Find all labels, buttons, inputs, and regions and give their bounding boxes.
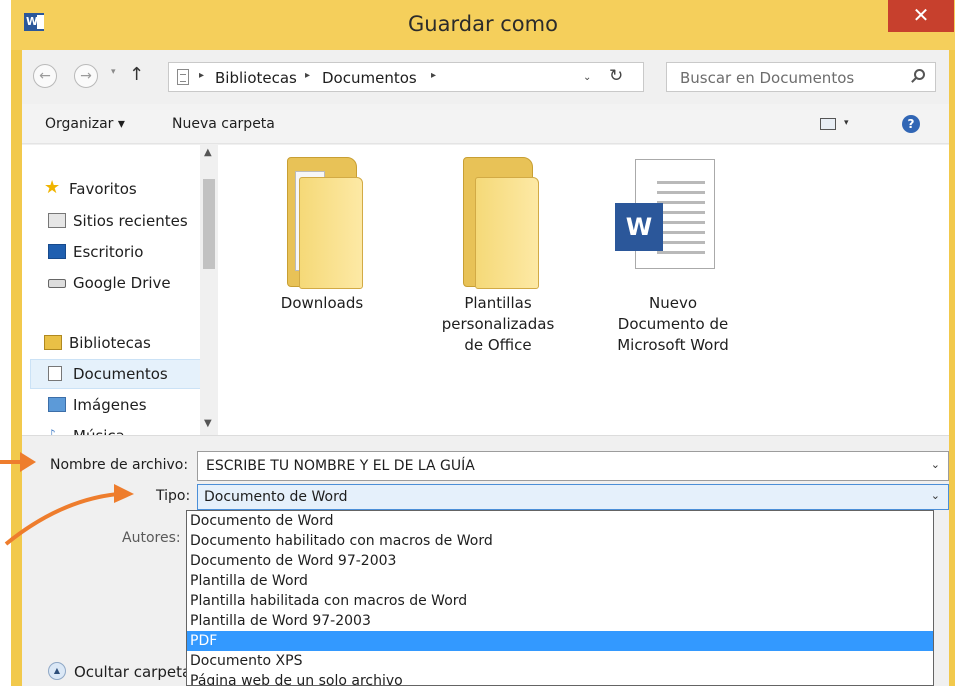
folder-icon <box>277 157 367 289</box>
title-bar[interactable]: W Guardar como ✕ <box>11 0 955 50</box>
type-option[interactable]: Documento de Word 97-2003 <box>187 551 933 571</box>
back-button[interactable]: ← <box>33 64 57 88</box>
music-icon: ♪ <box>48 427 56 435</box>
type-label: Tipo: <box>156 488 191 504</box>
hide-folders-button[interactable]: Ocultar carpetas <box>74 663 199 681</box>
recent-locations-dropdown[interactable]: ▾ <box>111 67 116 77</box>
chevron-down-icon[interactable]: ⌄ <box>931 489 940 502</box>
refresh-icon[interactable]: ↻ <box>609 66 623 86</box>
filename-value: ESCRIBE TU NOMBRE Y EL DE LA GUÍA <box>206 458 475 474</box>
background-page <box>0 0 11 686</box>
nav-item-label: Favoritos <box>69 180 137 198</box>
type-option[interactable]: Plantilla habilitada con macros de Word <box>187 591 933 611</box>
type-option[interactable]: Documento de Word <box>187 511 933 531</box>
help-icon[interactable]: ? <box>902 115 920 133</box>
up-button[interactable]: ↑ <box>129 64 144 85</box>
breadcrumb-separator[interactable]: ▸ <box>431 70 436 81</box>
file-item-label: Downloads <box>280 294 364 312</box>
folder-icon <box>453 157 543 289</box>
type-select-value: Documento de Word <box>204 489 348 505</box>
scroll-up-arrow-icon[interactable]: ▲ <box>204 147 212 158</box>
nav-item-label: Google Drive <box>73 274 171 292</box>
nav-item-label: Imágenes <box>73 396 147 414</box>
navigation-row: ← → ▾ ↑ ▸ Bibliotecas ▸ Documentos ▸ ⌄ ↻… <box>22 50 949 104</box>
type-option[interactable]: Plantilla de Word 97-2003 <box>187 611 933 631</box>
breadcrumb-documentos[interactable]: Documentos <box>322 69 417 87</box>
address-history-dropdown[interactable]: ⌄ <box>583 72 591 83</box>
scrollbar-thumb[interactable] <box>203 179 215 269</box>
type-select[interactable]: Documento de Word ⌄ <box>197 484 949 510</box>
scroll-down-arrow-icon[interactable]: ▼ <box>204 418 212 429</box>
search-icon[interactable] <box>914 69 925 80</box>
nav-item-label: Documentos <box>73 365 168 383</box>
word-document-icon: W <box>615 159 715 271</box>
view-options-dropdown[interactable]: ▾ <box>844 118 849 128</box>
type-option[interactable]: Documento XPS <box>187 651 933 671</box>
search-placeholder: Buscar en Documentos <box>680 69 855 87</box>
library-icon <box>44 335 62 350</box>
type-option[interactable]: PDF <box>187 631 933 651</box>
command-bar: Organizar ▾ Nueva carpeta ▾ ? <box>22 104 949 144</box>
authors-label: Autores: <box>122 530 181 546</box>
nav-item-label: Sitios recientes <box>73 212 188 230</box>
organize-menu-button[interactable]: Organizar ▾ <box>45 116 125 132</box>
address-bar[interactable]: ▸ Bibliotecas ▸ Documentos ▸ ⌄ ↻ <box>168 62 644 92</box>
new-folder-button[interactable]: Nueva carpeta <box>172 116 275 132</box>
type-option[interactable]: Plantilla de Word <box>187 571 933 591</box>
pictures-icon <box>48 397 66 412</box>
drive-icon <box>48 279 66 288</box>
library-document-icon <box>177 69 189 85</box>
collapse-up-icon[interactable]: ▲ <box>48 662 66 680</box>
nav-item-label: Escritorio <box>73 243 144 261</box>
filename-label: Nombre de archivo: <box>50 457 189 473</box>
file-list: Downloads Plantillas personalizadas de Off… <box>218 145 949 435</box>
star-icon: ★ <box>44 177 61 198</box>
file-item-label: Plantillas personalizadas de Office <box>441 294 555 354</box>
document-icon <box>48 366 62 381</box>
breadcrumb-separator: ▸ <box>305 70 311 81</box>
type-option[interactable]: Documento habilitado con macros de Word <box>187 531 933 551</box>
navigation-pane: ★ Favoritos Sitios recientes Escritorio … <box>22 145 213 435</box>
recent-places-icon <box>48 213 66 228</box>
file-item-label: Nuevo Documento de Microsoft Word <box>617 294 729 354</box>
filename-field[interactable]: ESCRIBE TU NOMBRE Y EL DE LA GUÍA ⌄ <box>197 451 949 481</box>
chevron-down-icon[interactable]: ⌄ <box>931 458 940 471</box>
breadcrumb-bibliotecas[interactable]: Bibliotecas <box>215 69 297 87</box>
breadcrumb-separator: ▸ <box>199 70 205 81</box>
nav-item-label: Música <box>73 424 125 435</box>
dialog-title: Guardar como <box>408 12 558 36</box>
close-button[interactable]: ✕ <box>888 0 954 32</box>
type-dropdown-list: Documento de Word Documento habilitado co… <box>186 510 934 686</box>
nav-scrollbar[interactable]: ▲ ▼ <box>200 145 217 435</box>
change-view-icon[interactable] <box>820 118 836 130</box>
search-input[interactable]: Buscar en Documentos <box>666 62 936 92</box>
desktop-icon <box>48 244 66 259</box>
forward-button[interactable]: → <box>74 64 98 88</box>
type-option[interactable]: Página web de un solo archivo <box>187 671 933 685</box>
nav-item-label: Bibliotecas <box>69 334 151 352</box>
